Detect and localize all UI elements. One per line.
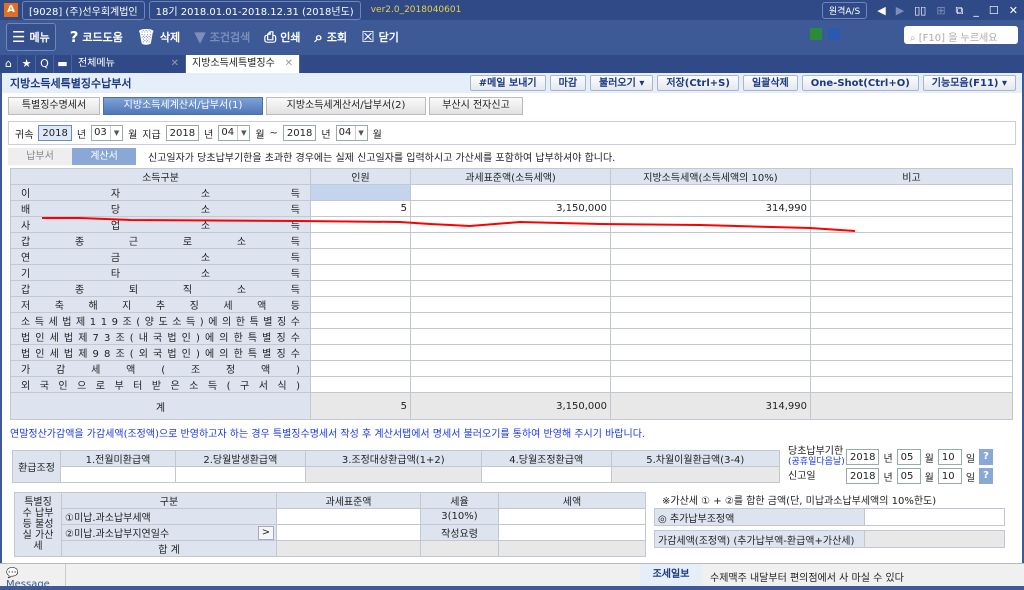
message-button[interactable]: 💬 Message	[0, 564, 66, 590]
message-label: Message	[6, 579, 50, 590]
chat-icon: 💬	[6, 568, 19, 579]
message-bar: 💬 Message 조세일보 수제맥주 내달부터 편의점에서 사 마실 수 있다	[0, 563, 1024, 590]
news-ticker[interactable]: 수제맥주 내달부터 편의점에서 사 마실 수 있다	[710, 569, 904, 584]
news-source-label: 조세일보	[640, 564, 702, 586]
red-annotation-line	[42, 217, 856, 232]
